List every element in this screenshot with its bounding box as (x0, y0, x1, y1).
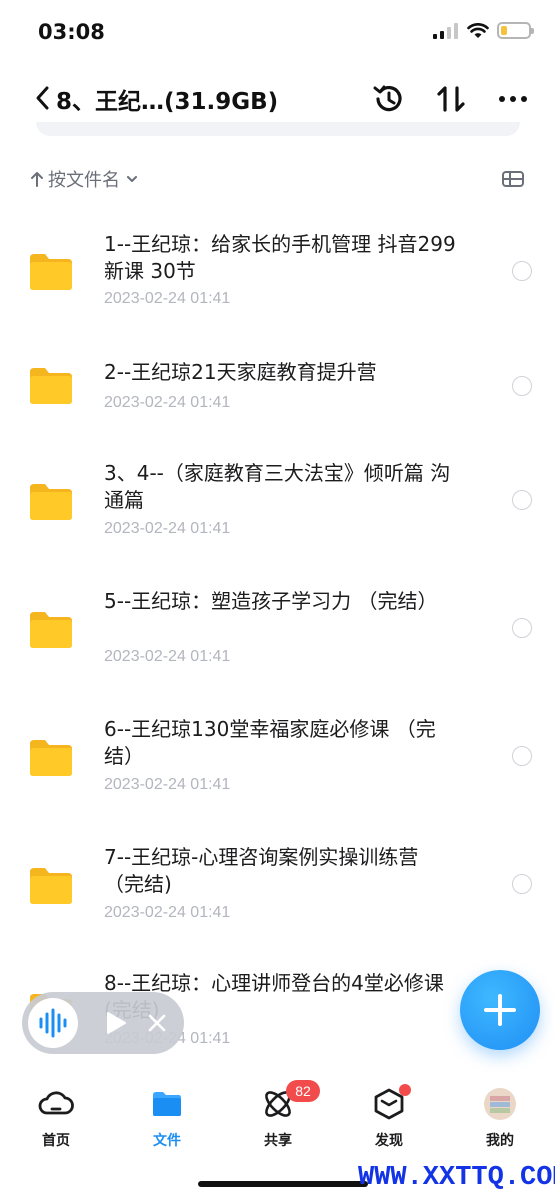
list-item[interactable]: 6--王纪琼130堂幸福家庭必修课 （完结） 2023-02-24 01:41 (0, 710, 555, 838)
select-checkbox[interactable] (512, 746, 532, 766)
page-title: 8、王纪…(31.9GB) (56, 89, 279, 115)
select-checkbox[interactable] (512, 376, 532, 396)
select-checkbox[interactable] (512, 261, 532, 281)
sort-label: 按文件名 (48, 170, 120, 191)
tab-label: 首页 (42, 1133, 70, 1149)
file-name: 2--王纪琼21天家庭教育提升营 (104, 360, 377, 384)
play-icon[interactable] (104, 1010, 128, 1036)
signal-icon (433, 22, 458, 39)
bottom-tab-bar: 首页 文件 82 共享 发现 我的 (0, 1076, 555, 1166)
collapsed-search-bar[interactable] (36, 122, 520, 136)
watermark-text: WWW.XXTTQ.COM (358, 1163, 555, 1193)
folder-icon (30, 368, 72, 404)
file-date: 2023-02-24 01:41 (104, 904, 231, 921)
avatar (484, 1088, 516, 1120)
notification-badge: 82 (286, 1080, 320, 1102)
tab-profile[interactable]: 我的 (460, 1086, 540, 1150)
folder-icon (30, 612, 72, 648)
view-mode-icon[interactable] (501, 168, 525, 190)
folder-icon (153, 1092, 181, 1116)
status-icons (433, 22, 534, 39)
file-date: 2023-02-24 01:41 (104, 648, 231, 665)
file-name: 6--王纪琼130堂幸福家庭必修课 （完结） (104, 717, 436, 768)
file-date: 2023-02-24 01:41 (104, 520, 231, 537)
tab-label: 共享 (264, 1133, 292, 1149)
folder-icon (30, 868, 72, 904)
select-checkbox[interactable] (512, 490, 532, 510)
file-date: 2023-02-24 01:41 (104, 776, 231, 793)
add-button[interactable] (460, 970, 540, 1050)
list-item[interactable]: 1--王纪琼：给家长的手机管理 抖音299新课 30节 2023-02-24 0… (0, 220, 555, 348)
list-item[interactable]: 3、4--（家庭教育三大法宝》倾听篇 沟通篇 2023-02-24 01:41 (0, 454, 555, 582)
file-date: 2023-02-24 01:41 (104, 394, 231, 411)
tab-label: 文件 (153, 1133, 181, 1149)
chevron-down-icon (127, 176, 137, 182)
audio-wave-button[interactable] (28, 998, 78, 1048)
nav-header: 8、王纪…(31.9GB) (0, 64, 555, 130)
arrow-up-icon (31, 172, 43, 187)
file-name: 7--王纪琼-心理咨询案例实操训练营 （完结) (104, 845, 419, 896)
file-date: 2023-02-24 01:41 (104, 290, 231, 307)
select-checkbox[interactable] (512, 618, 532, 638)
tab-discover[interactable]: 发现 (349, 1084, 429, 1150)
status-time: 03:08 (38, 20, 105, 44)
wifi-icon (467, 22, 489, 38)
tab-home[interactable]: 首页 (16, 1086, 96, 1150)
file-name: 5--王纪琼：塑造孩子学习力 （完结） (104, 589, 438, 613)
sort-bar: 按文件名 (0, 160, 555, 200)
home-indicator (198, 1181, 368, 1187)
tab-label: 发现 (375, 1133, 403, 1149)
folder-icon (30, 484, 72, 520)
close-icon[interactable] (146, 1012, 168, 1034)
file-name: 1--王纪琼：给家长的手机管理 抖音299新课 30节 (104, 232, 456, 283)
tab-label: 我的 (486, 1133, 514, 1149)
audio-mini-player[interactable] (22, 992, 184, 1054)
status-bar: 03:08 (0, 0, 555, 64)
list-item[interactable]: 5--王纪琼：塑造孩子学习力 （完结） 2023-02-24 01:41 (0, 582, 555, 710)
sound-wave-icon (39, 1008, 67, 1038)
select-checkbox[interactable] (512, 874, 532, 894)
plus-icon (484, 994, 516, 1026)
more-icon[interactable] (494, 80, 532, 118)
tab-share[interactable]: 82 共享 (238, 1080, 320, 1150)
sort-selector[interactable]: 按文件名 (30, 166, 140, 192)
cloud-icon (38, 1091, 74, 1115)
folder-icon (30, 740, 72, 776)
notification-dot (399, 1084, 411, 1096)
back-button[interactable] (28, 80, 58, 116)
file-name: 3、4--（家庭教育三大法宝》倾听篇 沟通篇 (104, 461, 451, 512)
battery-icon (497, 22, 534, 39)
sort-order-icon[interactable] (432, 80, 470, 118)
list-item[interactable]: 7--王纪琼-心理咨询案例实操训练营 （完结) 2023-02-24 01:41 (0, 838, 555, 966)
tab-files[interactable]: 文件 (127, 1086, 207, 1150)
history-icon[interactable] (370, 80, 408, 118)
folder-icon (30, 254, 72, 290)
